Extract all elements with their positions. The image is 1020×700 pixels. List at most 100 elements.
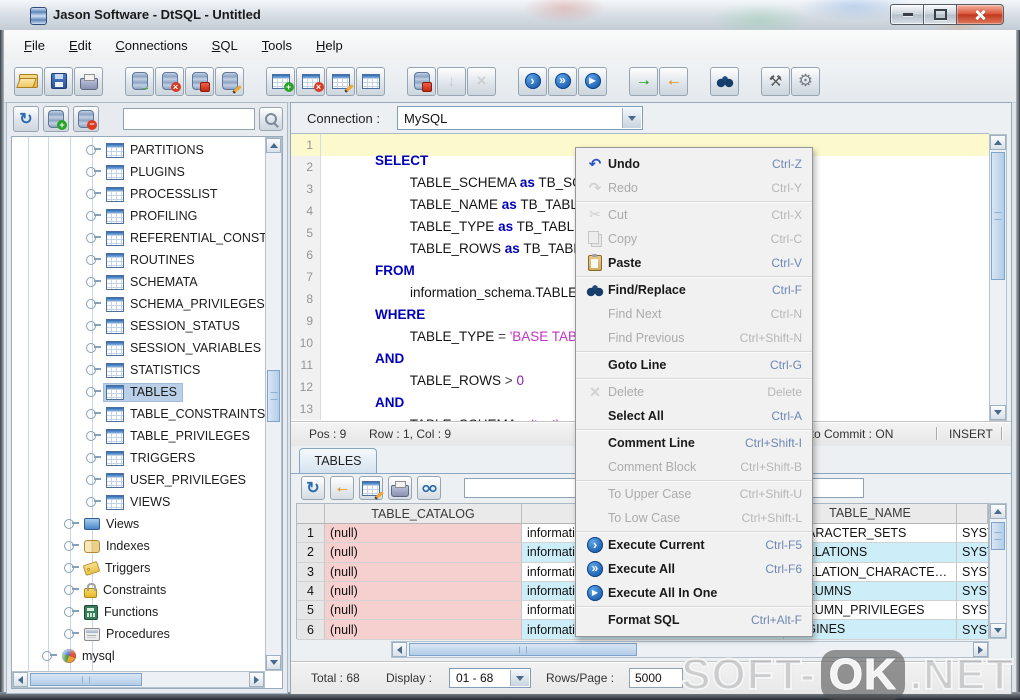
tree-expand-handle[interactable] (64, 541, 74, 551)
menu-item[interactable]: Tools (250, 34, 304, 57)
context-menu-item[interactable]: Format SQL Ctrl+Alt-F (576, 608, 812, 632)
scroll-left-button[interactable] (13, 672, 28, 687)
grid-vertical-scrollbar[interactable] (989, 503, 1007, 639)
context-menu-item[interactable]: Cut Ctrl-X (576, 203, 812, 227)
tree-item[interactable]: SCHEMATA (12, 271, 265, 293)
table-catalog-cell[interactable]: (null) (325, 582, 522, 601)
connect-button[interactable] (125, 67, 154, 96)
edit-table-button[interactable] (326, 67, 355, 96)
column-header-table-type[interactable] (957, 504, 988, 524)
tree-item[interactable]: mysql (12, 645, 265, 667)
new-table-button[interactable] (266, 67, 295, 96)
tools-button[interactable] (761, 67, 790, 96)
table-type-cell[interactable]: SYSTEM VIEW (957, 620, 988, 639)
table-catalog-cell[interactable]: (null) (325, 601, 522, 620)
tree-search-input[interactable] (123, 108, 255, 130)
context-menu-item[interactable]: Find Next Ctrl-N (576, 302, 812, 326)
tree-item[interactable]: PROFILING (12, 205, 265, 227)
settings-button[interactable] (791, 67, 820, 96)
edit-data-button[interactable] (359, 476, 383, 500)
tree-item[interactable]: PLUGINS (12, 161, 265, 183)
tree-item[interactable]: PARTITIONS (12, 139, 265, 161)
tree-expand-handle[interactable] (64, 563, 74, 573)
scroll-up-button[interactable] (990, 504, 1006, 519)
tree-scroll-thumb[interactable] (267, 370, 280, 422)
minimize-button[interactable] (890, 4, 925, 25)
table-catalog-cell[interactable]: (null) (325, 543, 522, 562)
editor-scroll-thumb[interactable] (991, 152, 1005, 280)
tree-expand-handle[interactable] (86, 189, 96, 199)
maximize-button[interactable] (923, 4, 958, 25)
menu-item[interactable]: SQL (200, 34, 250, 57)
tree-item[interactable]: TRIGGERS (12, 447, 265, 469)
editor-vertical-scrollbar[interactable] (989, 134, 1007, 421)
scroll-down-button[interactable] (990, 623, 1006, 638)
tree-expand-handle[interactable] (86, 299, 96, 309)
tree-expand-handle[interactable] (86, 255, 96, 265)
display-range-select[interactable]: 01 - 68 (449, 668, 531, 688)
context-menu-item[interactable]: Delete Delete (576, 380, 812, 404)
menu-item[interactable]: File (12, 34, 57, 57)
forward-button[interactable] (629, 67, 658, 96)
tree-expand-handle[interactable] (86, 321, 96, 331)
refresh-results-button[interactable] (301, 476, 325, 500)
tree-item[interactable]: TABLE_PRIVILEGES (12, 425, 265, 447)
tree-item[interactable]: USER_PRIVILEGES (12, 469, 265, 491)
commit-button[interactable] (407, 67, 436, 96)
context-menu-item[interactable]: Redo Ctrl-Y (576, 176, 812, 200)
table-type-cell[interactable]: SYSTEM VIEW (957, 524, 988, 543)
tree-item[interactable]: Procedures (12, 623, 265, 645)
cancel-button[interactable] (467, 67, 496, 96)
scroll-up-button[interactable] (266, 138, 281, 153)
scroll-down-button[interactable] (266, 655, 281, 670)
tree-item[interactable]: Functions (12, 601, 265, 623)
tree-expand-handle[interactable] (86, 431, 96, 441)
back-button[interactable] (659, 67, 688, 96)
tree-scroll-thumb-h[interactable] (30, 673, 142, 686)
context-menu-item[interactable]: Undo Ctrl-Z (576, 152, 812, 176)
context-menu-item[interactable]: Comment Block Ctrl+Shift-B (576, 455, 812, 479)
tree-item[interactable]: TABLES (12, 381, 265, 403)
tab-tables[interactable]: TABLES (299, 448, 377, 473)
tree-expand-handle[interactable] (86, 475, 96, 485)
tree-item[interactable]: ROUTINES (12, 249, 265, 271)
tree-search-button[interactable] (259, 107, 283, 131)
tree-expand-handle[interactable] (86, 387, 96, 397)
tree-expand-handle[interactable] (64, 585, 74, 595)
close-button[interactable] (956, 4, 1004, 25)
tree-expand-handle[interactable] (42, 651, 52, 661)
column-header-table-catalog[interactable]: TABLE_CATALOG (325, 504, 522, 524)
context-menu-item[interactable]: Find Previous Ctrl+Shift-N (576, 326, 812, 350)
tree-item[interactable]: SESSION_STATUS (12, 315, 265, 337)
scroll-down-button[interactable] (990, 405, 1006, 420)
rows-per-page-input[interactable]: 5000 (629, 668, 683, 688)
back-results-button[interactable] (330, 476, 354, 500)
import-button[interactable] (437, 67, 466, 96)
context-menu-item[interactable]: Paste Ctrl-V (576, 251, 812, 275)
connection-select[interactable]: MySQL (397, 106, 643, 130)
tree-expand-handle[interactable] (64, 519, 74, 529)
table-type-cell[interactable]: SYSTEM VIEW (957, 543, 988, 562)
tree-item[interactable]: SCHEMA_PRIVILEGES (12, 293, 265, 315)
tree-expand-handle[interactable] (86, 145, 96, 155)
scroll-left-button[interactable] (392, 642, 407, 657)
scroll-up-button[interactable] (990, 135, 1006, 150)
tree-item[interactable]: Views (12, 513, 265, 535)
tree-vertical-scrollbar[interactable] (265, 137, 282, 671)
grid-scroll-thumb-h[interactable] (409, 643, 637, 656)
tree-item[interactable]: Triggers (12, 557, 265, 579)
drop-table-button[interactable] (296, 67, 325, 96)
tree-item[interactable]: Indexes (12, 535, 265, 557)
print-button[interactable] (74, 67, 103, 96)
menu-item[interactable]: Connections (103, 34, 199, 57)
save-button[interactable] (44, 67, 73, 96)
tree-expand-handle[interactable] (64, 629, 74, 639)
menu-item[interactable]: Edit (57, 34, 103, 57)
tree-expand-handle[interactable] (86, 211, 96, 221)
table-catalog-cell[interactable]: (null) (325, 563, 522, 582)
find-button[interactable] (710, 67, 739, 96)
tree-item[interactable]: STATISTICS (12, 359, 265, 381)
remove-connection-button[interactable] (73, 106, 99, 132)
context-menu-item[interactable]: Comment Line Ctrl+Shift-I (576, 431, 812, 455)
table-type-cell[interactable]: SYSTEM VIEW (957, 563, 988, 582)
